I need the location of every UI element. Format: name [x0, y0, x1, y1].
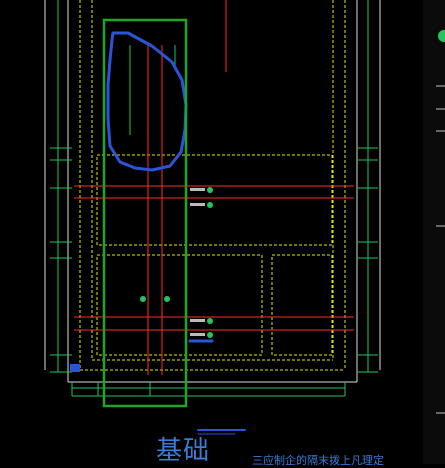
sidebar-tick [436, 130, 445, 132]
freehand-circle-mark [106, 31, 188, 172]
sidebar-tick [436, 108, 445, 110]
bottom-dimension-lines [71, 382, 346, 397]
node-text [190, 188, 205, 336]
sidebar-tick [436, 85, 445, 87]
highlight-box [102, 18, 188, 408]
right-sidebar [423, 0, 445, 464]
right-dimension-lines [358, 0, 378, 373]
wechat-icon[interactable] [438, 30, 445, 42]
node-markers [140, 187, 213, 338]
hidden-lines [79, 0, 346, 371]
blue-annotations [106, 31, 246, 435]
sidebar-tick [436, 225, 445, 227]
drawing-subtitle: 三应制企的隔末拨上凡理定 [252, 454, 384, 467]
corner-marker [70, 364, 80, 372]
left-dimension-lines [50, 0, 72, 373]
red-section-lines [74, 0, 354, 375]
drawing-title: 基础 [156, 436, 211, 466]
cad-drawing-canvas [44, 0, 381, 435]
sidebar-tick [436, 412, 445, 414]
